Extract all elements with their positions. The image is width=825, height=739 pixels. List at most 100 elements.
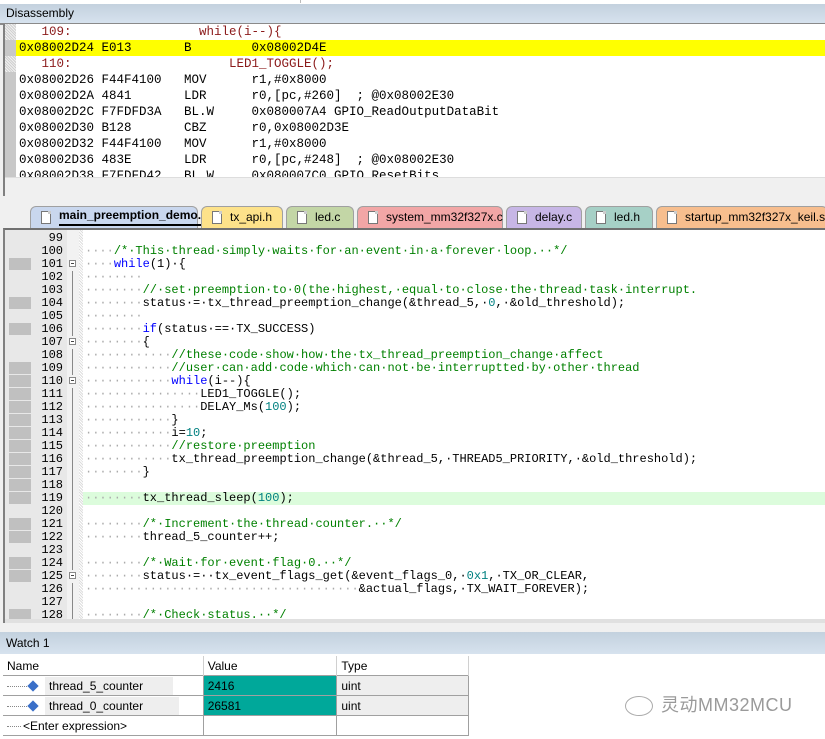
whitespace-marker: ················ <box>85 387 201 401</box>
disassembly-source-line[interactable]: 109: while(i--){ <box>5 24 825 40</box>
breakpoint-slot[interactable] <box>9 258 31 270</box>
code-token: (i--){ <box>207 374 251 388</box>
disassembly-gutter[interactable] <box>5 24 16 40</box>
tab-led-h[interactable]: led.h <box>585 206 653 228</box>
watch-row[interactable]: thread_5_counter 2416 uint <box>3 675 469 696</box>
disassembly-line[interactable]: 0x08002D32 F44F4100 MOV r1,#0x8000 <box>5 136 825 152</box>
whitespace-marker: ············ <box>85 452 172 466</box>
disassembly-text: 109: while(i--){ <box>19 25 282 39</box>
breakpoint-slot[interactable] <box>9 297 31 309</box>
breakpoint-slot[interactable] <box>9 440 31 452</box>
disassembly-current-line[interactable]: 0x08002D24 E013 B 0x08002D4E <box>5 40 825 56</box>
code-line[interactable]: 126 ·····································… <box>5 583 825 596</box>
code-token: { <box>142 335 150 349</box>
fold-guide <box>72 518 73 531</box>
disassembly-view[interactable]: 109: while(i--){0x08002D24 E013 B 0x0800… <box>3 24 825 196</box>
breakpoint-slot[interactable] <box>9 362 31 374</box>
breakpoint-slot[interactable] <box>9 375 31 387</box>
disassembly-line[interactable]: 0x08002D2C F7FDFD3A BL.W 0x080007A4 GPIO… <box>5 104 825 120</box>
disassembly-scrollbar[interactable] <box>5 177 825 196</box>
tab-led-c[interactable]: led.c <box>286 206 354 228</box>
breakpoint-slot[interactable] <box>9 479 31 491</box>
fold-guide <box>72 440 73 453</box>
disassembly-gutter[interactable] <box>5 136 16 152</box>
fold-guide <box>72 544 73 557</box>
disassembly-line[interactable]: 0x08002D36 483E LDR r0,[pc,#248] ; @0x08… <box>5 152 825 168</box>
file-icon <box>368 211 378 224</box>
breakpoint-slot[interactable] <box>9 323 31 335</box>
disassembly-source-line[interactable]: 110: LED1_TOGGLE(); <box>5 56 825 72</box>
breakpoint-slot[interactable] <box>9 427 31 439</box>
file-icon <box>41 211 51 224</box>
enter-expression-input[interactable]: <Enter expression> <box>23 719 127 733</box>
disassembly-line[interactable]: 0x08002D2A 4841 LDR r0,[pc,#260] ; @0x08… <box>5 88 825 104</box>
fold-guide <box>72 401 73 414</box>
file-icon <box>667 211 677 224</box>
fold-toggle-icon[interactable] <box>69 338 76 345</box>
breakpoint-slot[interactable] <box>9 518 31 530</box>
disassembly-gutter[interactable] <box>5 104 16 120</box>
code-comment: /*·Wait·for·event·flag·0.··*/ <box>142 556 352 570</box>
editor-tab-bar: main_preemption_demo.c tx_api.h led.c syste… <box>0 202 825 228</box>
code-token: tx_thread_preemption_change(&thread_5,·T… <box>171 452 698 466</box>
watch-row-value[interactable]: 26581 <box>202 695 338 716</box>
breakpoint-slot[interactable] <box>9 414 31 426</box>
disassembly-line[interactable]: 0x08002D26 F44F4100 MOV r1,#0x8000 <box>5 72 825 88</box>
tab-startup-mm32f327x-keil-s[interactable]: startup_mm32f327x_keil.s <box>656 206 825 228</box>
watch-row[interactable]: thread_0_counter 26581 uint <box>3 695 469 716</box>
watch-title: Watch 1 <box>6 636 50 650</box>
column-name[interactable]: Name <box>3 656 204 676</box>
whitespace-marker: ········ <box>85 270 143 284</box>
fold-guide <box>72 323 73 336</box>
fold-guide <box>72 531 73 544</box>
code-line[interactable]: 119 ········tx_thread_sleep(100); <box>5 492 825 505</box>
disassembly-gutter[interactable] <box>5 152 16 168</box>
tab-delay-c[interactable]: delay.c <box>506 206 582 228</box>
breakpoint-slot[interactable] <box>9 453 31 465</box>
fold-toggle-icon[interactable] <box>69 260 76 267</box>
column-value[interactable]: Value <box>203 656 338 676</box>
whitespace-marker: ···· <box>85 244 114 258</box>
breakpoint-slot[interactable] <box>9 388 31 400</box>
disassembly-gutter[interactable] <box>5 56 16 72</box>
disassembly-title: Disassembly <box>6 6 75 20</box>
tab-system-mm32f327x-c[interactable]: system_mm32f327x.c <box>357 206 503 228</box>
column-type[interactable]: Type <box>336 656 469 676</box>
fold-toggle-icon[interactable] <box>69 377 76 384</box>
fold-toggle-icon[interactable] <box>69 572 76 579</box>
watermark: 灵动MM32MCU <box>625 691 793 717</box>
disassembly-gutter[interactable] <box>5 72 16 88</box>
tab-tx-api-h[interactable]: tx_api.h <box>201 206 283 228</box>
disassembly-gutter[interactable] <box>5 120 16 136</box>
code-line[interactable]: 117 ········} <box>5 466 825 479</box>
fold-guide <box>72 349 73 362</box>
tab-label: delay.c <box>535 210 573 224</box>
disassembly-line[interactable]: 0x08002D30 B128 CBZ r0,0x08002D3E <box>5 120 825 136</box>
code-number: 100 <box>257 491 280 505</box>
disassembly-gutter[interactable] <box>5 88 16 104</box>
code-keyword: while <box>171 374 208 388</box>
fold-guide <box>72 362 73 375</box>
code-token: status·=·tx_thread_preemption_change(&th… <box>142 296 489 310</box>
code-line[interactable]: 122 ········thread_5_counter++; <box>5 531 825 544</box>
code-keyword: if <box>142 322 158 336</box>
watch-row-new[interactable]: <Enter expression> <box>3 715 469 736</box>
fold-guide <box>72 297 73 310</box>
breakpoint-slot[interactable] <box>9 492 31 504</box>
whitespace-marker: ········ <box>85 569 143 583</box>
watch-row-value[interactable]: 2416 <box>202 675 338 696</box>
breakpoint-slot[interactable] <box>9 531 31 543</box>
breakpoint-slot[interactable] <box>9 557 31 569</box>
breakpoint-slot[interactable] <box>9 401 31 413</box>
tab-label: led.c <box>315 210 341 224</box>
tab-main-preemption-demo-c[interactable]: main_preemption_demo.c <box>30 206 208 228</box>
breakpoint-slot[interactable] <box>9 466 31 478</box>
whitespace-marker: ········ <box>85 296 143 310</box>
disassembly-text: 0x08002D36 483E LDR r0,[pc,#248] ; @0x08… <box>19 153 455 167</box>
disassembly-gutter[interactable] <box>5 40 16 56</box>
breakpoint-slot[interactable] <box>9 570 31 582</box>
code-token: ,·&old_threshold); <box>495 296 626 310</box>
editor-scrollbar[interactable] <box>5 619 825 623</box>
code-editor[interactable]: 99 100 ····/*·This·thread·simply·waits·for… <box>3 228 825 623</box>
file-icon <box>596 211 606 224</box>
